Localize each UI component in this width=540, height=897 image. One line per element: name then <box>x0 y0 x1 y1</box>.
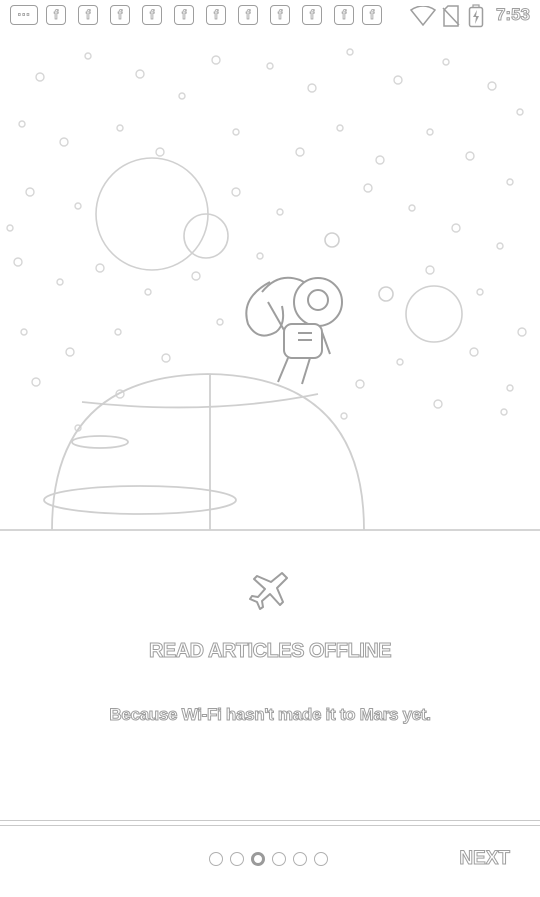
facebook-icon: f <box>302 5 322 25</box>
more-notifications-icon: ··· <box>10 5 38 25</box>
astronaut-icon <box>245 276 343 385</box>
facebook-icon: f <box>334 5 354 25</box>
facebook-icon: f <box>206 5 226 25</box>
feature-subtitle: Because Wi-Fi hasn't made it to Mars yet… <box>109 705 432 725</box>
page-dot[interactable] <box>293 852 307 866</box>
facebook-icon: f <box>238 5 258 25</box>
onboarding-illustration <box>0 48 540 531</box>
page-dot-active[interactable] <box>251 852 265 866</box>
battery-charging-icon <box>468 4 484 28</box>
page-dot[interactable] <box>272 852 286 866</box>
wifi-icon <box>410 6 436 26</box>
page-indicator <box>209 852 328 866</box>
planet <box>43 373 365 531</box>
facebook-icon: f <box>46 5 66 25</box>
facebook-icon: f <box>142 5 162 25</box>
facebook-icon: f <box>78 5 98 25</box>
status-time: 7:53 <box>495 5 530 25</box>
status-bar: ··· f f f f f f f f f f f 7:53 <box>0 0 540 32</box>
star-field <box>6 48 527 432</box>
facebook-icon: f <box>362 5 382 25</box>
next-button[interactable]: NEXT <box>459 848 511 870</box>
page-dot[interactable] <box>230 852 244 866</box>
facebook-icon: f <box>110 5 130 25</box>
feature-title: READ ARTICLES OFFLINE <box>148 640 392 663</box>
facebook-icon: f <box>270 5 290 25</box>
facebook-icon: f <box>174 5 194 25</box>
page-dot[interactable] <box>209 852 223 866</box>
moons <box>95 157 463 343</box>
no-sim-icon <box>442 5 460 27</box>
airplane-icon <box>249 572 288 610</box>
footer-divider <box>0 820 540 826</box>
page-dot[interactable] <box>314 852 328 866</box>
